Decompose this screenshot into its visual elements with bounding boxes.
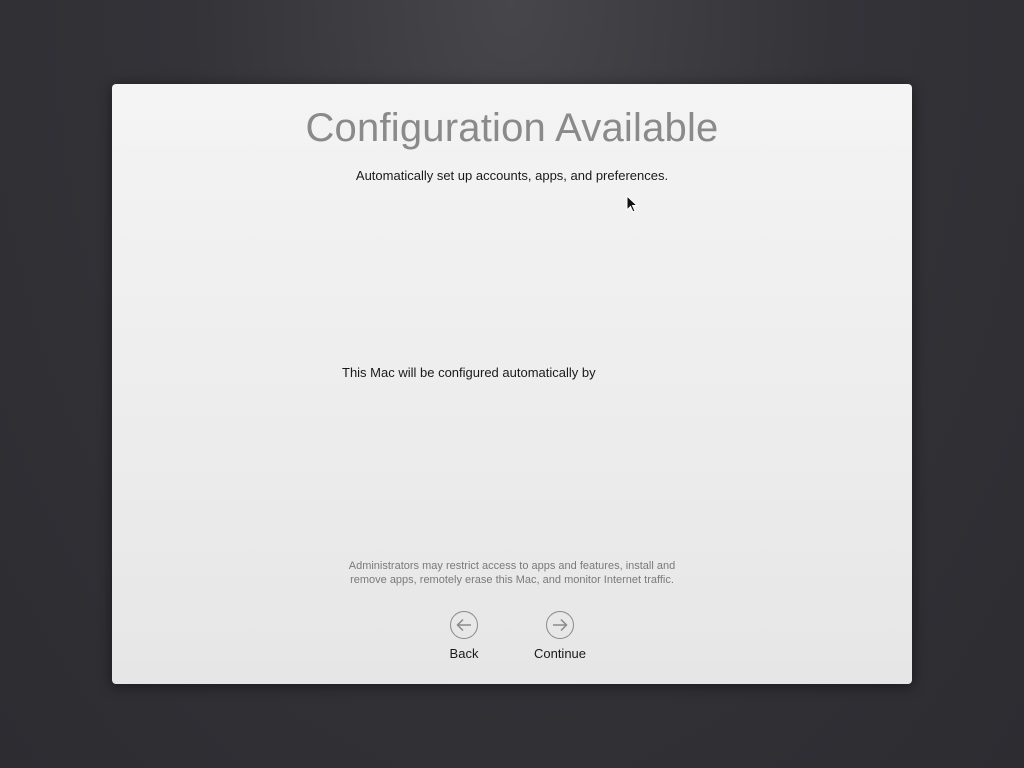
page-subtitle: Automatically set up accounts, apps, and… — [355, 168, 669, 183]
continue-label[interactable]: Continue — [520, 646, 600, 661]
continue-button[interactable]: Continue — [520, 611, 600, 661]
admin-disclaimer: Administrators may restrict access to ap… — [322, 559, 702, 587]
back-label[interactable]: Back — [424, 646, 504, 661]
disclaimer-line-2: remove apps, remotely erase this Mac, an… — [350, 574, 674, 586]
page-title: Configuration Available — [305, 106, 719, 150]
configured-by-text: This Mac will be configured automaticall… — [342, 365, 596, 380]
arrow-right-circle-icon[interactable] — [546, 611, 574, 639]
back-button[interactable]: Back — [424, 611, 504, 661]
mouse-pointer-icon — [626, 195, 638, 213]
setup-assistant-window: Configuration Available Automatically se… — [112, 84, 912, 684]
arrow-left-circle-icon[interactable] — [450, 611, 478, 639]
disclaimer-line-1: Administrators may restrict access to ap… — [348, 560, 676, 572]
